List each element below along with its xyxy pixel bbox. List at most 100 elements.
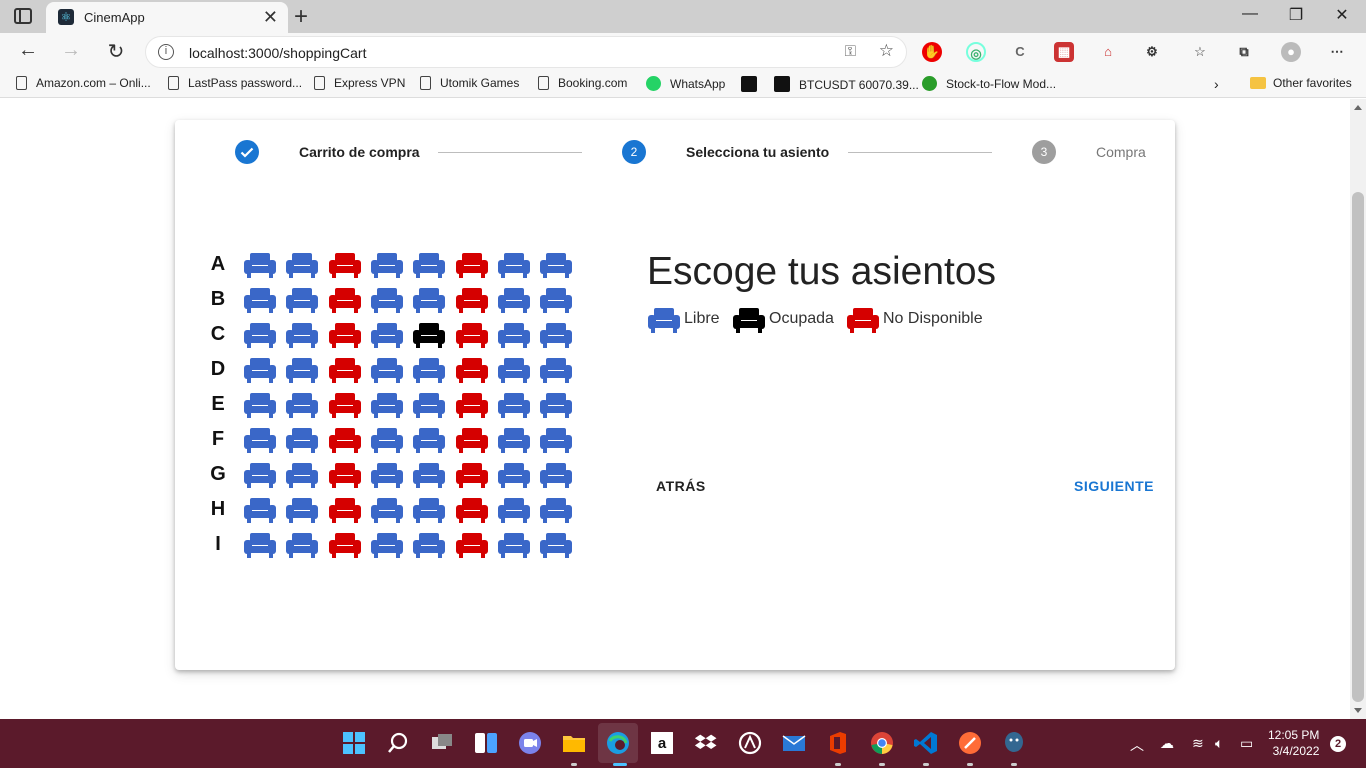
seat-f6-unavailable[interactable]: [455, 426, 489, 454]
postgresql-icon[interactable]: [1002, 731, 1026, 755]
seat-f5-free[interactable]: [412, 426, 446, 454]
chrome-icon[interactable]: [870, 731, 894, 755]
office-icon[interactable]: [826, 731, 850, 755]
bookmark-item[interactable]: Utomik Games: [420, 76, 519, 90]
back-button[interactable]: ←: [15, 39, 41, 62]
scroll-thumb[interactable]: [1352, 192, 1364, 702]
clock[interactable]: 12:05 PM 3/4/2022: [1268, 727, 1319, 759]
scroll-down-icon[interactable]: [1354, 708, 1362, 713]
seat-d3-unavailable[interactable]: [328, 356, 362, 384]
seat-i3-unavailable[interactable]: [328, 531, 362, 559]
seat-i6-unavailable[interactable]: [455, 531, 489, 559]
teams-chat-icon[interactable]: [518, 731, 542, 755]
seat-d1-free[interactable]: [243, 356, 277, 384]
address-text[interactable]: localhost:3000/shoppingCart: [189, 45, 366, 61]
widgets-icon[interactable]: [474, 731, 498, 755]
seat-f7-free[interactable]: [497, 426, 531, 454]
extension-icon[interactable]: ⌂: [1098, 42, 1118, 62]
seat-g7-free[interactable]: [497, 461, 531, 489]
seat-e8-free[interactable]: [539, 391, 573, 419]
adblock-extension-icon[interactable]: ✋: [922, 42, 942, 62]
seat-g3-unavailable[interactable]: [328, 461, 362, 489]
seat-a6-unavailable[interactable]: [455, 251, 489, 279]
seat-c4-free[interactable]: [370, 321, 404, 349]
bookmark-item[interactable]: LastPass password...: [168, 76, 302, 90]
seat-h5-free[interactable]: [412, 496, 446, 524]
seat-e7-free[interactable]: [497, 391, 531, 419]
mail-icon[interactable]: [782, 731, 806, 755]
seat-g5-free[interactable]: [412, 461, 446, 489]
seat-c1-free[interactable]: [243, 321, 277, 349]
windows-start-icon[interactable]: [342, 731, 366, 755]
chevron-right-icon[interactable]: ›: [1214, 76, 1219, 92]
seat-h7-free[interactable]: [497, 496, 531, 524]
other-favorites[interactable]: Other favorites: [1250, 76, 1352, 90]
bookmark-item[interactable]: WhatsApp: [646, 76, 725, 91]
scroll-up-icon[interactable]: [1354, 105, 1362, 110]
seat-b6-unavailable[interactable]: [455, 286, 489, 314]
seat-a2-free[interactable]: [285, 251, 319, 279]
seat-b3-unavailable[interactable]: [328, 286, 362, 314]
extension-icon[interactable]: ▦: [1054, 42, 1074, 62]
seat-c8-free[interactable]: [539, 321, 573, 349]
extension-icon[interactable]: ◎: [966, 42, 986, 62]
seat-b5-free[interactable]: [412, 286, 446, 314]
vscode-icon[interactable]: [914, 731, 938, 755]
extension-icon[interactable]: C: [1010, 42, 1030, 62]
info-icon[interactable]: i: [158, 44, 174, 60]
favorites-icon[interactable]: ☆: [1190, 42, 1210, 62]
seat-g2-free[interactable]: [285, 461, 319, 489]
seat-b8-free[interactable]: [539, 286, 573, 314]
bookmark-item[interactable]: Express VPN: [314, 76, 405, 90]
seat-b4-free[interactable]: [370, 286, 404, 314]
seat-c6-unavailable[interactable]: [455, 321, 489, 349]
seat-a8-free[interactable]: [539, 251, 573, 279]
tab-actions-icon[interactable]: [14, 8, 32, 24]
seat-b1-free[interactable]: [243, 286, 277, 314]
chevron-up-icon[interactable]: ︿: [1130, 735, 1144, 755]
add-favorite-icon[interactable]: ☆: [879, 41, 894, 61]
next-button[interactable]: SIGUIENTE: [1074, 478, 1154, 494]
restore-button[interactable]: ❐: [1284, 5, 1308, 25]
seat-g8-free[interactable]: [539, 461, 573, 489]
bookmark-item[interactable]: [741, 76, 766, 92]
file-explorer-icon[interactable]: [562, 731, 586, 755]
task-view-icon[interactable]: [430, 731, 454, 755]
minimize-button[interactable]: —: [1238, 5, 1262, 23]
collections-icon[interactable]: ⧉: [1234, 42, 1254, 62]
bookmark-item[interactable]: Amazon.com – Onli...: [16, 76, 151, 90]
seat-f2-free[interactable]: [285, 426, 319, 454]
seat-g6-unavailable[interactable]: [455, 461, 489, 489]
seat-h3-unavailable[interactable]: [328, 496, 362, 524]
app-icon[interactable]: [738, 731, 762, 755]
seat-f1-free[interactable]: [243, 426, 277, 454]
battery-icon[interactable]: ▭: [1240, 735, 1253, 752]
seat-d2-free[interactable]: [285, 356, 319, 384]
wifi-icon[interactable]: ≋: [1192, 735, 1204, 752]
forward-button[interactable]: →: [58, 39, 84, 62]
seat-b2-free[interactable]: [285, 286, 319, 314]
seat-a7-free[interactable]: [497, 251, 531, 279]
seat-i8-free[interactable]: [539, 531, 573, 559]
seat-d7-free[interactable]: [497, 356, 531, 384]
onedrive-icon[interactable]: ☁: [1160, 735, 1174, 752]
page-scrollbar[interactable]: [1350, 99, 1366, 719]
seat-i7-free[interactable]: [497, 531, 531, 559]
seat-d6-unavailable[interactable]: [455, 356, 489, 384]
more-menu-icon[interactable]: ⋯: [1327, 42, 1347, 62]
seat-c7-free[interactable]: [497, 321, 531, 349]
search-icon[interactable]: [386, 731, 410, 755]
back-button[interactable]: ATRÁS: [656, 478, 706, 494]
edge-icon[interactable]: [606, 731, 630, 755]
key-icon[interactable]: ⚿: [845, 43, 856, 60]
seat-e6-unavailable[interactable]: [455, 391, 489, 419]
seat-h6-unavailable[interactable]: [455, 496, 489, 524]
close-window-button[interactable]: ✕: [1330, 5, 1354, 25]
seat-i2-free[interactable]: [285, 531, 319, 559]
refresh-button[interactable]: ↻: [103, 39, 129, 64]
seat-h4-free[interactable]: [370, 496, 404, 524]
seat-f8-free[interactable]: [539, 426, 573, 454]
seat-a3-unavailable[interactable]: [328, 251, 362, 279]
seat-e5-free[interactable]: [412, 391, 446, 419]
seat-d8-free[interactable]: [539, 356, 573, 384]
